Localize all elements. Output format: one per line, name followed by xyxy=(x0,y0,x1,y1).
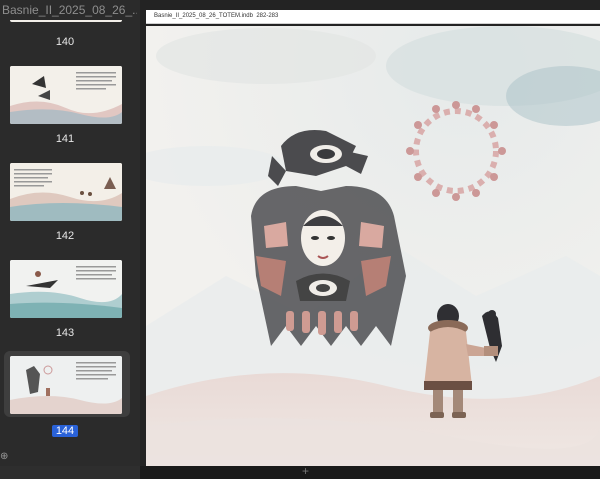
thumbnail-page-140[interactable] xyxy=(4,20,130,26)
page-number-label: 140 xyxy=(55,36,75,48)
plus-icon[interactable]: + xyxy=(302,464,309,478)
page-number-label: 141 xyxy=(55,133,75,145)
thumbnail-image xyxy=(10,66,122,124)
page-illustration xyxy=(146,26,600,466)
viewer-bottom-bar xyxy=(140,466,600,479)
thumbnail-page-143[interactable] xyxy=(4,256,130,322)
document-page xyxy=(146,26,600,466)
sidebar-footer xyxy=(0,466,140,479)
document-file-name: Basnie_II_2025_08_26_TOTEM.indb 282-283 xyxy=(154,13,279,19)
page-number-label-selected: 144 xyxy=(0,425,130,437)
thumbnail-image xyxy=(10,260,122,318)
page-thumbnail-sidebar: Basnie_II_2025_08_26_... 140 141 142 143… xyxy=(0,0,140,479)
thumbnail-image xyxy=(10,20,122,22)
circle-plus-icon[interactable]: ⊕ xyxy=(0,452,10,462)
thumbnail-page-141[interactable] xyxy=(4,62,130,128)
thumbnail-image xyxy=(10,163,122,221)
page-number-label: 142 xyxy=(55,230,75,242)
document-title: Basnie_II_2025_08_26_... xyxy=(2,3,137,17)
document-slug-header: Basnie_II_2025_08_26_TOTEM.indb 282-283 xyxy=(146,10,600,24)
thumbnail-page-144[interactable] xyxy=(4,351,130,417)
thumbnail-image xyxy=(10,356,122,414)
thumbnail-list[interactable]: 140 141 142 143 144 xyxy=(0,20,140,450)
thumbnail-page-142[interactable] xyxy=(4,159,130,225)
page-number-label: 143 xyxy=(55,327,75,339)
document-viewer[interactable]: Basnie_II_2025_08_26_TOTEM.indb 282-283 xyxy=(140,0,600,479)
